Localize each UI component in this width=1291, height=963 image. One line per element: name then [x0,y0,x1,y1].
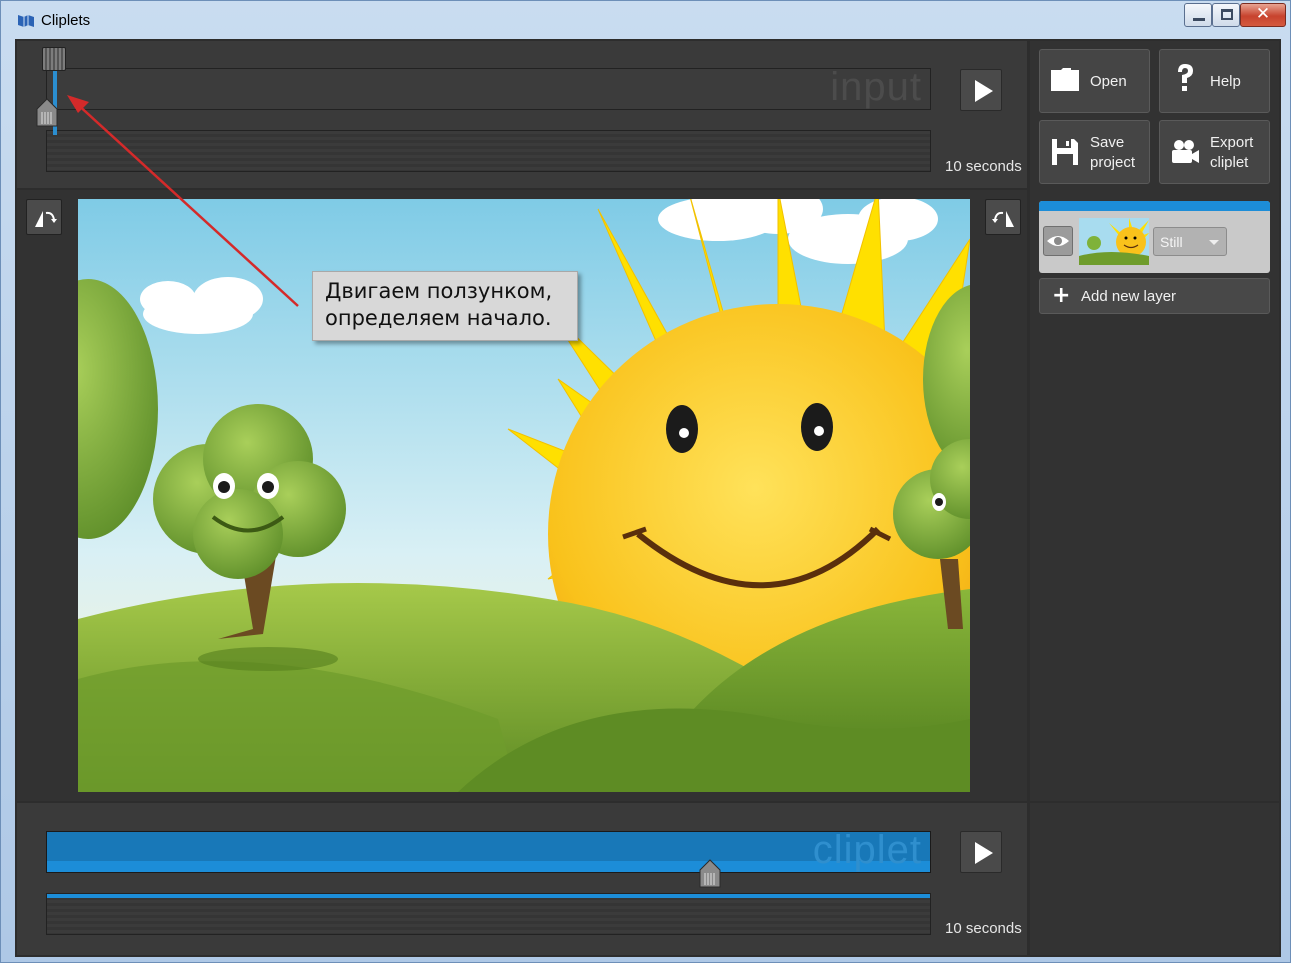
question-mark-icon [1178,64,1193,91]
input-timeline[interactable] [46,130,931,172]
cliplet-timeline[interactable] [46,893,931,935]
cliplet-watermark: cliplet [812,828,922,872]
play-icon [975,80,993,102]
input-end-handle[interactable] [42,47,66,71]
close-icon: ✕ [1255,4,1271,24]
save-project-label-1: Save [1090,134,1125,151]
export-cliplet-button[interactable]: Export cliplet [1159,120,1270,184]
input-track[interactable]: input [46,65,931,110]
open-button[interactable]: Open [1039,49,1150,113]
rotate-left-icon [35,211,57,227]
plus-icon: + [1052,283,1071,308]
input-watermark: input [830,65,922,109]
export-cliplet-label-1: Export [1210,134,1254,151]
close-button[interactable]: ✕ [1240,3,1286,27]
cliplets-app-icon [18,15,34,27]
folder-icon [1051,68,1079,91]
cliplet-play-button[interactable] [960,831,1002,873]
save-project-button[interactable]: Save project [1039,120,1150,184]
title-bar: Cliplets ✕ [1,1,1290,39]
add-new-layer-label: Add new layer [1081,288,1177,305]
right-bottom-panel [1030,803,1279,955]
layer-item[interactable]: Still [1039,201,1270,273]
app-window: Cliplets ✕ input 10 seconds cliplet 10 s… [0,0,1291,963]
open-label: Open [1090,73,1127,90]
cliplet-track-highlight [47,832,930,861]
floppy-disk-icon [1052,139,1078,165]
layer-mode-select[interactable]: Still [1153,227,1227,256]
play-icon [975,842,993,864]
export-cliplet-label-2: cliplet [1210,154,1249,171]
eye-icon [1047,236,1069,246]
client-area: input 10 seconds cliplet 10 seconds Open… [15,39,1281,957]
help-label: Help [1210,73,1241,90]
rotate-left-button[interactable] [26,199,62,235]
save-project-label-2: project [1090,154,1136,171]
chevron-down-icon [1209,240,1219,245]
cliplet-position-handle[interactable] [698,858,722,888]
layer-visibility-button[interactable] [1043,226,1073,256]
minimize-button[interactable] [1184,3,1212,27]
window-title: Cliplets [41,12,91,29]
cliplet-track[interactable]: cliplet [46,828,931,873]
rotate-right-icon [992,211,1014,227]
rotate-right-button[interactable] [985,199,1021,235]
video-camera-icon [1172,140,1199,163]
input-duration: 10 seconds [945,158,1022,175]
layer-selected-bar [1039,201,1270,211]
cliplet-timeline-range [47,894,930,898]
annotation-callout: Двигаем ползунком, определяем начало. [312,271,578,341]
maximize-icon [1221,9,1233,20]
layer-mode-value: Still [1160,234,1183,250]
help-button[interactable]: Help [1159,49,1270,113]
annotation-line-2: определяем начало. [325,306,552,330]
layer-thumbnail [1079,218,1149,265]
annotation-line-1: Двигаем ползунком, [325,279,553,303]
add-new-layer-button[interactable]: + Add new layer [1039,278,1270,314]
minimize-icon [1193,18,1205,21]
input-start-handle[interactable] [35,97,59,127]
maximize-button[interactable] [1212,3,1240,27]
cliplet-duration: 10 seconds [945,920,1022,937]
cliplet-track-panel: cliplet 10 seconds [17,803,1027,955]
input-play-button[interactable] [960,69,1002,111]
right-panel: Open Help Save project Export cliplet St… [1030,41,1279,801]
input-track-panel: input 10 seconds [17,41,1027,188]
